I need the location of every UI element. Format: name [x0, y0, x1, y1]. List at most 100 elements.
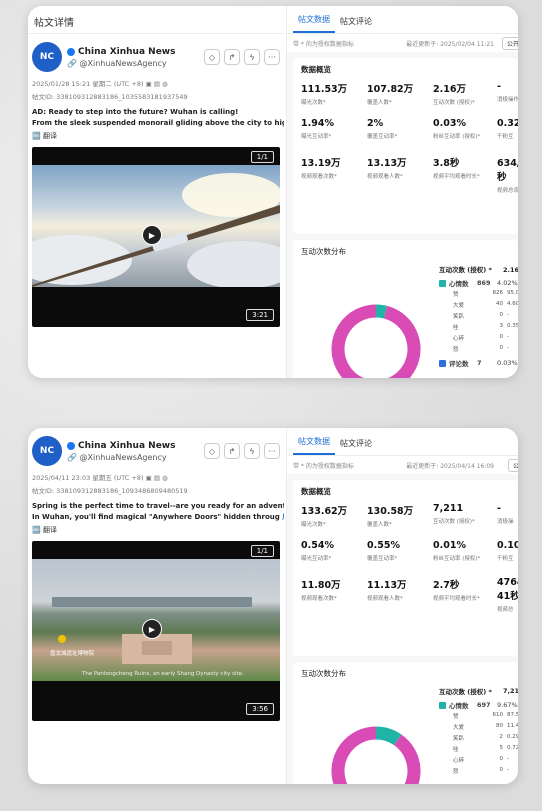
metric-value: 2%: [367, 118, 384, 129]
tag-icon[interactable]: ◇: [204, 443, 220, 459]
video-player[interactable]: 盘龙城遗址博物院 The Panlongcheng Ruins, an earl…: [32, 541, 280, 721]
reaction-row: 赞61087.52%: [453, 712, 518, 720]
post-header: NC China Xinhua News 🔗 @XinhuaNewsAgency…: [28, 436, 284, 466]
interaction-donut: [331, 304, 421, 378]
place-label: 盘龙城遗址博物院: [50, 651, 95, 657]
metric-cell: 11.13万视频观看人数*: [367, 577, 433, 614]
metric-value: 0.03%: [433, 118, 466, 129]
video-icon: ▣: [145, 474, 152, 482]
account-handle[interactable]: @XinhuaNewsAgency: [80, 453, 167, 462]
overview-title: 数据概览: [301, 487, 331, 496]
account-name[interactable]: China Xinhua News: [78, 441, 175, 451]
analytics-panel: 帖文数据 帖文评论 带 * 的为授权数据指标 最近更新于: 2025/02/04 …: [286, 6, 518, 378]
metric-value: 0.10: [497, 540, 518, 551]
metric-cell: 2.16万 互动次数 (授权)*: [433, 81, 497, 118]
metric-label: 消极操: [497, 519, 514, 525]
avatar[interactable]: NC: [32, 42, 62, 72]
metric-value: -: [497, 503, 501, 514]
avatar[interactable]: NC: [32, 436, 62, 466]
account-handle[interactable]: @XinhuaNewsAgency: [80, 59, 167, 68]
media-count-badge: 1/1: [250, 545, 274, 557]
tab-post-data[interactable]: 帖文数据: [293, 14, 335, 33]
metric-value: 4764 41秒: [497, 577, 518, 602]
post-id: 帖文ID: 338109312883186_1093486809480519: [32, 487, 188, 495]
share-icon[interactable]: ↱: [224, 443, 240, 459]
metric-value: 11.80万: [301, 580, 341, 591]
metric-label: 曝光互动率*: [301, 134, 332, 140]
interaction-legend: 互动次数 (授权) *2.16万 心情数8694.02% 赞82695.05%大…: [439, 262, 518, 370]
metric-cell: 7,211 互动次数 (授权)*: [433, 503, 497, 540]
play-icon[interactable]: ▶: [142, 619, 162, 639]
visibility-select[interactable]: 公开: [501, 36, 518, 50]
visibility-select[interactable]: 公: [507, 458, 518, 472]
metric-label: 视频总: [497, 607, 514, 613]
reaction-row: 笑趴 0-: [453, 312, 509, 320]
interaction-legend: 互动次数 (授权) *7,211 心情数6979.67% 赞61087.52%大…: [439, 684, 518, 778]
post-text-line1: AD: Ready to step into the future? Wuhan…: [32, 108, 239, 116]
post-detail-card-1: 帖文详情 NC China Xinhua News 🔗 @XinhuaNewsA…: [28, 6, 518, 378]
bolt-icon[interactable]: ϟ: [244, 49, 260, 65]
metric-value: 2.7秒: [433, 580, 460, 591]
duration-badge: 3:21: [246, 309, 274, 321]
post-text-line2: From the sleek suspended monorail glidin…: [32, 119, 284, 127]
metric-value: 130.58万: [367, 506, 414, 517]
interaction-box: 互动次数分布 互动次数 (授权) *2.16万 心情数8694.02% 赞826…: [293, 240, 518, 378]
translate-button[interactable]: 🔤 翻译: [28, 525, 284, 535]
metric-cell: 0.32 千粉互: [497, 118, 518, 155]
account-name[interactable]: China Xinhua News: [78, 47, 175, 57]
metric-cell: 634/小秒视频总观: [497, 155, 518, 194]
metric-label: 曝光次数*: [301, 100, 326, 106]
metric-cell: 0.54% 曝光互动率*: [301, 540, 367, 577]
share-icon[interactable]: ↱: [224, 49, 240, 65]
video-icon: ▣: [145, 80, 152, 88]
interaction-title: 互动次数分布: [301, 247, 346, 256]
metric-cell: 130.58万覆盖人数*: [367, 503, 433, 540]
post-header: NC China Xinhua News 🔗 @XinhuaNewsAgency…: [28, 42, 284, 72]
last-updated: 最近更新于: 2025/02/04 11:21: [406, 40, 494, 48]
tab-post-comments[interactable]: 帖文评论: [335, 438, 377, 455]
metric-value: 3.8秒: [433, 158, 460, 169]
metric-label: 覆盖互动率*: [367, 556, 398, 562]
globe-icon: ◍: [162, 474, 168, 482]
metric-label: 覆盖人数*: [367, 100, 392, 106]
duration-badge: 3:56: [246, 703, 274, 715]
video-player[interactable]: 1/1 ▶ 3:21: [32, 147, 280, 327]
metric-label: 粉丝互动率 (授权)*: [433, 556, 481, 562]
post-panel: 帖文详情 NC China Xinhua News 🔗 @XinhuaNewsA…: [28, 6, 284, 378]
metric-cell: 111.53万 曝光次数*: [301, 81, 367, 118]
auth-note: 带 * 的为授权数据指标 最近更新于: 2025/02/04 11:21 公开: [287, 34, 518, 52]
post-text-line2: In Wuhan, you'll find magical "Anywhere …: [28, 512, 284, 523]
reaction-row: 怒0-: [453, 345, 509, 353]
play-icon[interactable]: ▶: [142, 225, 162, 245]
metric-label: 视频平均观看时长*: [433, 174, 480, 180]
emotion-swatch: [439, 279, 446, 287]
translate-button[interactable]: 🔤 翻译: [28, 131, 284, 141]
metric-value: 13.19万: [301, 158, 341, 169]
metric-label: 视频观看人数*: [367, 174, 403, 180]
metric-cell: 2% 覆盖互动率*: [367, 118, 433, 155]
metric-label: 覆盖人数*: [367, 522, 392, 528]
metric-label: 视频观看人数*: [367, 596, 403, 602]
donut-slice-0[interactable]: [375, 726, 402, 746]
tab-post-comments[interactable]: 帖文评论: [335, 16, 377, 33]
metric-value: 0.01%: [433, 540, 466, 551]
tab-bar: 帖文数据 帖文评论: [287, 6, 518, 34]
donut-slice-0[interactable]: [375, 304, 388, 319]
metric-value: 1.94%: [301, 118, 334, 129]
tag-icon[interactable]: ◇: [204, 49, 220, 65]
more-icon[interactable]: ···: [264, 49, 280, 65]
expand-link[interactable]: 展开: [282, 513, 284, 521]
donut-slice-2[interactable]: [331, 304, 421, 378]
donut-slice-1[interactable]: [331, 726, 421, 784]
tab-post-data[interactable]: 帖文数据: [293, 436, 335, 455]
bolt-icon[interactable]: ϟ: [244, 443, 260, 459]
tab-bar: 帖文数据 帖文评论: [287, 428, 518, 456]
metric-cell: 107.82万 覆盖人数*: [367, 81, 433, 118]
metric-cell: 0.10 千粉互: [497, 540, 518, 577]
metric-value: 11.13万: [367, 580, 407, 591]
metric-label: 千粉互: [497, 134, 514, 140]
more-icon[interactable]: ···: [264, 443, 280, 459]
metric-label: 互动次数 (授权)*: [433, 519, 475, 525]
metric-value: 0.54%: [301, 540, 334, 551]
reaction-row: 哇50.72%: [453, 745, 518, 753]
